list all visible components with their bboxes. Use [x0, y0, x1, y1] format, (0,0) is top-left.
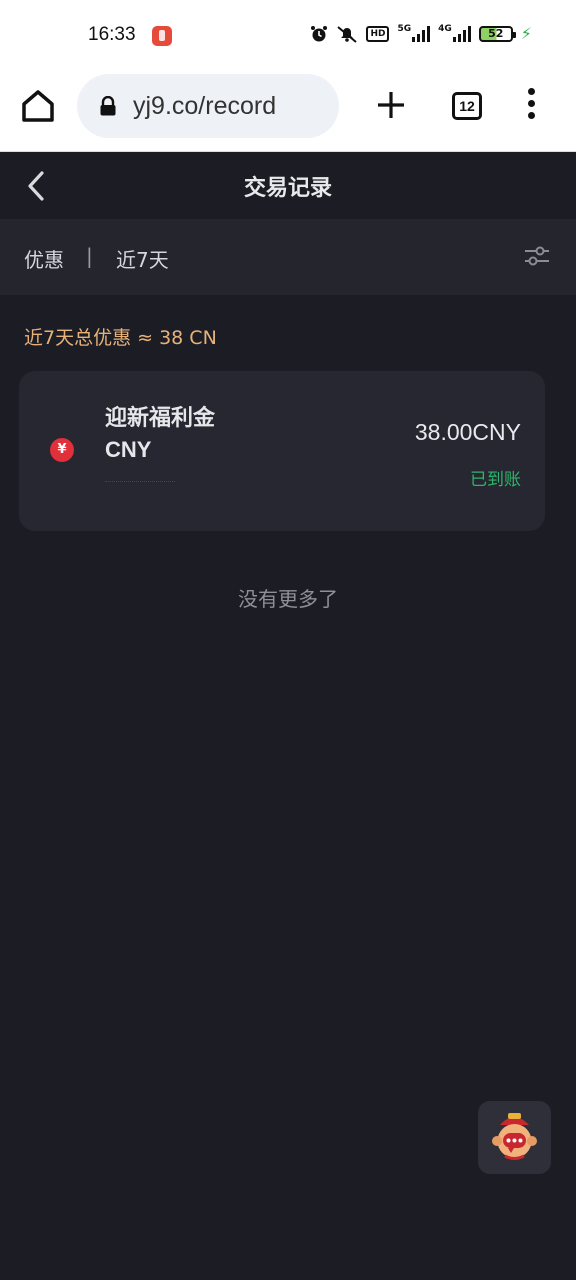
- filter-bar: 优惠 | 近7天: [0, 219, 576, 295]
- support-mascot-icon: [492, 1113, 537, 1160]
- page-header: 交易记录: [0, 153, 576, 219]
- filter-settings-icon[interactable]: [522, 241, 552, 271]
- yuan-coin-icon: ¥: [50, 438, 74, 462]
- summary-total: 近7天总优惠 ≈ 38 CN: [24, 327, 217, 349]
- home-icon[interactable]: [18, 84, 58, 128]
- alarm-icon: [311, 25, 328, 41]
- new-tab-icon[interactable]: [372, 86, 410, 124]
- list-end-text: 没有更多了: [238, 587, 338, 611]
- status-bar: 16:33 HD 5G 4G 52 ⚡: [0, 0, 576, 72]
- charging-icon: ⚡: [520, 24, 532, 43]
- filter-range-dropdown[interactable]: 近7天: [116, 244, 169, 273]
- address-bar[interactable]: yj9.co/record: [77, 74, 339, 138]
- status-time: 16:33: [88, 24, 136, 45]
- filter-type-dropdown[interactable]: 优惠: [24, 244, 64, 273]
- filter-separator: |: [86, 244, 93, 268]
- record-currency: CNY: [105, 437, 152, 462]
- hd-icon: HD: [366, 25, 390, 42]
- lock-icon: [100, 96, 116, 116]
- url-text: yj9.co/record: [133, 92, 277, 120]
- mute-icon: [337, 25, 358, 43]
- browser-toolbar: yj9.co/record 12: [0, 72, 576, 152]
- customer-service-button[interactable]: [478, 1101, 551, 1174]
- more-menu-icon[interactable]: [524, 88, 538, 124]
- signal-icon: 5G: [397, 25, 431, 42]
- record-status: 已到账: [470, 470, 521, 490]
- record-amount: 38.00CNY: [414, 419, 521, 445]
- signal-icon-secondary: 4G: [438, 25, 471, 42]
- battery-icon: 52: [478, 25, 516, 42]
- notification-app-icon: [152, 26, 172, 46]
- record-title: 迎新福利金: [105, 406, 216, 431]
- page-title: 交易记录: [243, 176, 332, 201]
- record-card[interactable]: ¥ 迎新福利金 CNY 38.00CNY 已到账: [19, 371, 545, 531]
- tab-switcher-button[interactable]: 12: [452, 92, 482, 120]
- status-icons: HD 5G 4G 52 ⚡: [310, 24, 532, 43]
- record-timestamp-blurred: [105, 481, 175, 482]
